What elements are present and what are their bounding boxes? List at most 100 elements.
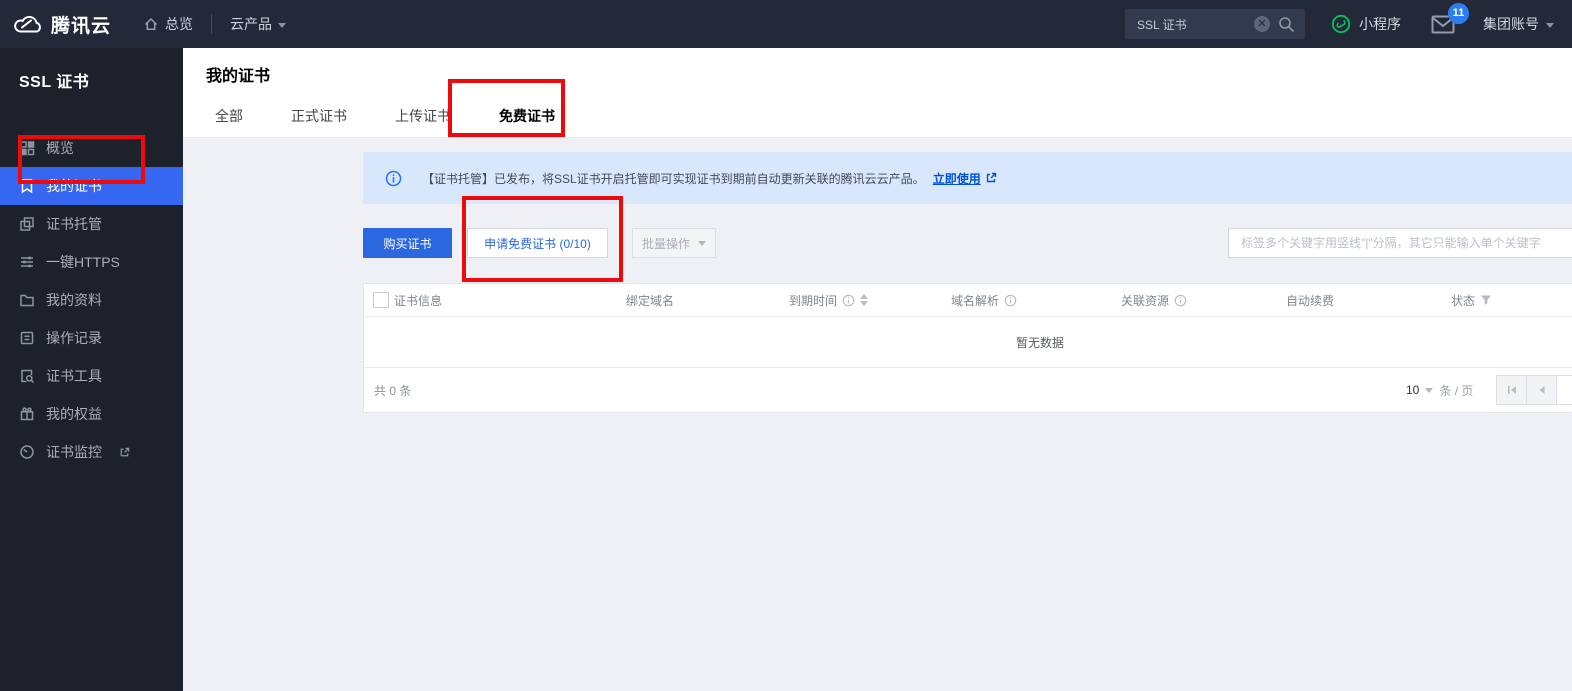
first-page-button[interactable]	[1496, 375, 1527, 405]
use-now-link[interactable]: 立即使用	[933, 170, 981, 187]
column-label: 关联资源	[1121, 292, 1169, 309]
batch-operation-label: 批量操作	[642, 235, 690, 252]
filter-icon[interactable]	[1480, 294, 1492, 306]
tag-keyword-search-input[interactable]	[1228, 228, 1572, 258]
brand-name: 腾讯云	[51, 11, 111, 38]
table-body: 暂无数据	[364, 317, 1572, 368]
miniprogram-icon	[1331, 14, 1351, 34]
empty-state-text: 暂无数据	[364, 317, 1572, 367]
mail-entry[interactable]: 11	[1431, 15, 1455, 34]
tool-icon	[19, 368, 35, 384]
monitor-icon	[19, 444, 35, 460]
column-cert-info: 证书信息	[394, 292, 626, 309]
folder-icon	[19, 292, 35, 308]
benefit-icon	[19, 406, 35, 422]
column-label: 状态	[1451, 292, 1475, 309]
column-status: 状态	[1451, 292, 1572, 309]
sidebar-item-one-click-https[interactable]: 一键HTTPS	[0, 243, 183, 281]
tencent-cloud-logo[interactable]: 腾讯云	[0, 11, 125, 38]
cloud-logo-icon	[12, 13, 42, 35]
pagination-bar: 共 0 条 10 条 / 页	[364, 368, 1572, 412]
info-icon[interactable]	[1004, 294, 1017, 307]
column-label: 域名解析	[951, 292, 999, 309]
sort-icon[interactable]	[860, 294, 868, 306]
hosting-icon	[19, 216, 35, 232]
notification-badge: 11	[1448, 3, 1469, 24]
nav-overview[interactable]: 总览	[125, 0, 211, 48]
sidebar-item-label: 证书托管	[46, 214, 102, 234]
miniprogram-label: 小程序	[1359, 14, 1401, 34]
column-bound-domain: 绑定域名	[626, 292, 789, 309]
clear-search-icon[interactable]: ✕	[1254, 16, 1270, 32]
home-icon	[143, 16, 159, 32]
sidebar-item-label: 证书工具	[46, 366, 102, 386]
column-label: 自动续费	[1286, 292, 1334, 309]
miniprogram-entry[interactable]: 小程序	[1331, 14, 1401, 34]
info-icon	[385, 170, 402, 187]
table-header-row: 证书信息 绑定域名 到期时间	[364, 284, 1572, 317]
page-size-select[interactable]: 10 条 / 页	[1406, 368, 1473, 412]
column-expire-time: 到期时间	[789, 292, 951, 309]
nav-products[interactable]: 云产品	[212, 0, 304, 48]
nav-overview-label: 总览	[165, 14, 193, 34]
record-icon	[19, 330, 35, 346]
sidebar-item-operation-records[interactable]: 操作记录	[0, 319, 183, 357]
info-icon[interactable]	[1174, 294, 1187, 307]
sidebar-item-my-profile[interactable]: 我的资料	[0, 281, 183, 319]
page-header: 我的证书 全部 正式证书 上传证书 免费证书	[183, 48, 1572, 138]
sidebar-item-label: 操作记录	[46, 328, 102, 348]
toolbar: 购买证书 申请免费证书 (0/10) 批量操作	[363, 228, 1572, 258]
sidebar-item-label: 我的权益	[46, 404, 102, 424]
account-label: 集团账号	[1483, 14, 1539, 34]
column-domain-resolution: 域名解析	[951, 292, 1121, 309]
notice-text: 【证书托管】已发布，将SSL证书开启托管即可实现证书到期前自动更新关联的腾讯云云…	[422, 170, 925, 187]
page-size-value: 10	[1406, 383, 1419, 397]
apply-free-certificate-button[interactable]: 申请免费证书 (0/10)	[467, 228, 608, 258]
sidebar-item-label: 我的证书	[46, 176, 102, 196]
current-page-box[interactable]	[1556, 375, 1572, 405]
chevron-down-icon	[278, 23, 286, 28]
topbar: 腾讯云 总览 云产品 ✕	[0, 0, 1572, 48]
certificate-table: 证书信息 绑定域名 到期时间	[363, 283, 1572, 413]
sidebar-item-cert-hosting[interactable]: 证书托管	[0, 205, 183, 243]
tab-free-certificates[interactable]: 免费证书	[489, 97, 565, 137]
sidebar-item-label: 概览	[46, 138, 74, 158]
column-associated-resources: 关联资源	[1121, 292, 1286, 309]
sidebar-item-label: 证书监控	[46, 442, 102, 462]
external-link-icon	[119, 447, 130, 458]
main-area: 我的证书 全部 正式证书 上传证书 免费证书 【证书托管】已发布，将SSL证书开…	[183, 48, 1572, 691]
column-auto-renewal: 自动续费	[1286, 292, 1451, 309]
search-icon[interactable]	[1278, 16, 1295, 33]
sidebar-item-overview[interactable]: 概览	[0, 129, 183, 167]
account-menu[interactable]: 集团账号	[1483, 14, 1554, 34]
sidebar-item-cert-monitor[interactable]: 证书监控	[0, 433, 183, 471]
sliders-icon	[19, 254, 35, 270]
tab-bar: 全部 正式证书 上传证书 免费证书	[205, 97, 593, 137]
page-title: 我的证书	[206, 62, 270, 86]
sidebar-title: SSL 证书	[0, 48, 183, 92]
topbar-search: ✕	[1125, 9, 1305, 39]
nav-products-label: 云产品	[230, 14, 272, 34]
grid-icon	[19, 140, 35, 156]
sidebar-item-cert-tools[interactable]: 证书工具	[0, 357, 183, 395]
sidebar-item-my-certificates[interactable]: 我的证书	[0, 167, 183, 205]
notice-banner: 【证书托管】已发布，将SSL证书开启托管即可实现证书到期前自动更新关联的腾讯云云…	[363, 152, 1572, 204]
tab-uploaded-certificates[interactable]: 上传证书	[385, 97, 461, 137]
sidebar-item-label: 一键HTTPS	[46, 252, 120, 272]
sidebar: SSL 证书 概览 我的证书	[0, 48, 183, 691]
select-all-checkbox[interactable]	[373, 292, 389, 308]
buy-certificate-button[interactable]: 购买证书	[363, 228, 452, 258]
column-label: 证书信息	[394, 292, 442, 309]
batch-operation-button[interactable]: 批量操作	[632, 228, 716, 258]
external-link-icon[interactable]	[985, 172, 997, 184]
topbar-search-input[interactable]	[1125, 17, 1254, 31]
tab-all[interactable]: 全部	[205, 97, 253, 137]
info-icon[interactable]	[842, 294, 855, 307]
content-area: 【证书托管】已发布，将SSL证书开启托管即可实现证书到期前自动更新关联的腾讯云云…	[183, 139, 1572, 691]
sidebar-item-my-benefits[interactable]: 我的权益	[0, 395, 183, 433]
total-count: 共 0 条	[374, 368, 411, 412]
tab-paid-certificates[interactable]: 正式证书	[281, 97, 357, 137]
column-label: 绑定域名	[626, 292, 674, 309]
prev-page-button[interactable]	[1526, 375, 1557, 405]
certificate-icon	[19, 178, 35, 194]
